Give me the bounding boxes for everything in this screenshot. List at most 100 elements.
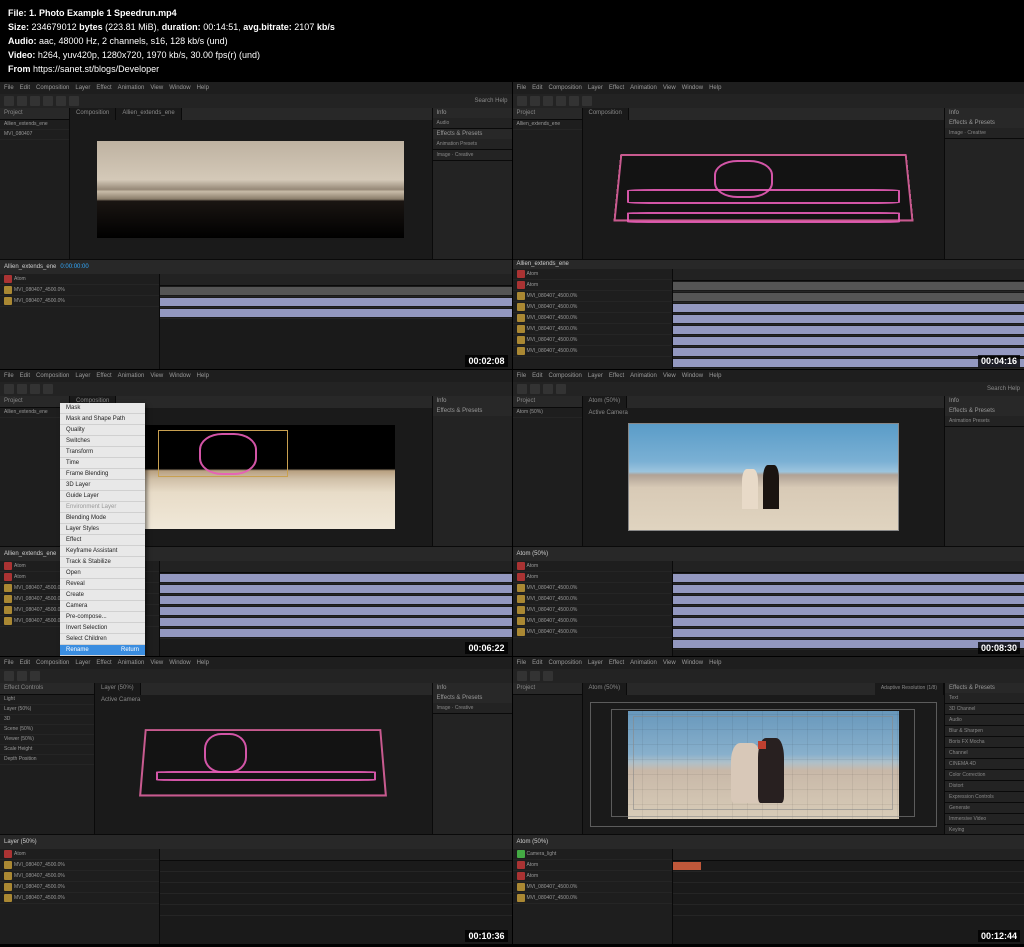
search-help[interactable]: Search Help — [474, 98, 507, 104]
layer-row[interactable]: MVI_080407_4500.0% — [513, 313, 672, 324]
ctx-item[interactable]: Effect — [60, 535, 145, 546]
layer-row[interactable]: MVI_080407_4500.0% — [0, 871, 159, 882]
track-area[interactable] — [673, 269, 1024, 369]
effect-controls-panel[interactable]: Effect Controls Light Layer (50%) 3D Sce… — [0, 683, 95, 834]
layer-row[interactable]: Atom — [513, 269, 672, 280]
tool-icon[interactable] — [69, 96, 79, 106]
layer-list[interactable]: Atom MVI_080407_4500.0% MVI_080407_4500.… — [0, 849, 160, 944]
layer-row[interactable]: Atom — [513, 871, 672, 882]
tool-icon[interactable] — [17, 96, 27, 106]
layer-row[interactable]: MVI_080407_4500.0% — [513, 627, 672, 638]
toolbar[interactable] — [0, 382, 512, 396]
right-panel[interactable]: Info Effects & Presets — [432, 396, 512, 547]
timeline-panel[interactable]: Allien_extends_ene0:00:00:00 Atom MVI_08… — [0, 259, 512, 369]
layer-row[interactable]: MVI_080407_4500.0% — [513, 346, 672, 357]
ctx-item[interactable]: Time — [60, 458, 145, 469]
ctx-item[interactable]: Open — [60, 568, 145, 579]
layer-row[interactable]: MVI_080407_4500.0% — [513, 616, 672, 627]
ctx-item-rename[interactable]: RenameReturn — [60, 645, 145, 656]
layer-row[interactable]: Atom — [0, 849, 159, 860]
timeline-panel[interactable]: Allien_extends_ene Atom Atom MVI_080407_… — [513, 259, 1024, 369]
ctx-item[interactable]: Select Children — [60, 634, 145, 645]
layer-list[interactable]: Atom Atom MVI_080407_4500.0% MVI_080407_… — [513, 269, 673, 369]
layer-row[interactable]: MVI_080407_4500.0% — [0, 296, 159, 307]
layer-row[interactable]: Camera_light — [513, 849, 672, 860]
ctx-item[interactable]: 3D Layer — [60, 480, 145, 491]
right-panel[interactable]: Effects & Presets Text 3D Channel Audio … — [944, 683, 1024, 834]
tool-icon[interactable] — [30, 96, 40, 106]
track-area[interactable] — [160, 561, 512, 656]
layer-row[interactable]: MVI_080407_4500.0% — [0, 882, 159, 893]
preview-canvas[interactable] — [70, 120, 432, 259]
toolbar[interactable] — [513, 669, 1024, 683]
composition-viewer[interactable]: Atom (50%)Adaptive Resolution (1/8) — [583, 683, 945, 834]
ctx-item[interactable]: Track & Stabilize — [60, 557, 145, 568]
layer-row[interactable]: Atom — [513, 561, 672, 572]
layer-row[interactable]: MVI_080407_4500.0% — [513, 893, 672, 904]
toolbar[interactable]: Search Help — [513, 382, 1024, 396]
ctx-item[interactable]: Create — [60, 590, 145, 601]
project-panel[interactable]: Project Allien_extends_ene MVI_080407 — [0, 108, 70, 259]
timeline-panel[interactable]: Layer (50%) Atom MVI_080407_4500.0% MVI_… — [0, 834, 512, 944]
ctx-item[interactable]: Switches — [60, 436, 145, 447]
timeline-panel[interactable]: Allien_extends_ene Atom Atom MVI_080407_… — [0, 546, 512, 656]
layer-row[interactable]: Atom — [513, 572, 672, 583]
layer-list[interactable]: Atom MVI_080407_4500.0% MVI_080407_4500.… — [0, 274, 160, 369]
composition-viewer[interactable]: CompositionAllien_extends_ene — [70, 108, 432, 259]
layer-row[interactable]: MVI_080407_4500.0% — [513, 324, 672, 335]
project-panel[interactable]: Project Atom (50%) — [513, 396, 583, 547]
right-panel[interactable]: Info Effects & Presets Image · Creative — [944, 108, 1024, 259]
context-menu[interactable]: Mask Mask and Shape Path Quality Switche… — [60, 403, 145, 656]
layer-row[interactable]: MVI_080407_4500.0% — [0, 893, 159, 904]
track-area[interactable] — [160, 274, 512, 369]
toolbar[interactable] — [513, 94, 1024, 108]
project-panel[interactable]: Project — [513, 683, 583, 834]
layer-row[interactable]: Atom — [513, 860, 672, 871]
composition-viewer[interactable]: Composition — [583, 108, 945, 259]
preview-canvas[interactable] — [583, 120, 945, 259]
ctx-item[interactable]: Pre-compose... — [60, 612, 145, 623]
right-panel[interactable]: Info Audio Effects & Presets Animation P… — [432, 108, 512, 259]
menubar[interactable]: FileEditCompositionLayerEffectAnimationV… — [0, 657, 512, 669]
menubar[interactable]: FileEditCompositionLayerEffectAnimationV… — [0, 82, 512, 94]
ctx-item[interactable]: Reveal — [60, 579, 145, 590]
ctx-item[interactable]: Camera — [60, 601, 145, 612]
track-area[interactable] — [673, 849, 1024, 944]
toolbar[interactable]: Search Help — [0, 94, 512, 108]
timeline-panel[interactable]: Atom (50%) Atom Atom MVI_080407_4500.0% … — [513, 546, 1024, 656]
menubar[interactable]: FileEditCompositionLayerEffectAnimationV… — [0, 370, 512, 382]
tool-icon[interactable] — [43, 96, 53, 106]
ctx-item[interactable]: Guide Layer — [60, 491, 145, 502]
ctx-item[interactable]: Blending Mode — [60, 513, 145, 524]
ctx-item[interactable]: Mask — [60, 403, 145, 414]
layer-row[interactable]: MVI_080407_4500.0% — [513, 302, 672, 313]
composition-viewer[interactable]: Atom (50%) Active Camera — [583, 396, 945, 547]
menubar[interactable]: FileEditCompositionLayerEffectAnimationV… — [513, 657, 1024, 669]
layer-row[interactable]: Atom — [0, 274, 159, 285]
toolbar[interactable] — [0, 669, 512, 683]
project-panel[interactable]: Project Allien_extends_ene — [513, 108, 583, 259]
layer-row[interactable]: MVI_080407_4500.0% — [513, 291, 672, 302]
ctx-item[interactable]: Quality — [60, 425, 145, 436]
layer-row[interactable]: MVI_080407_4500.0% — [513, 594, 672, 605]
layer-row[interactable]: Atom — [513, 280, 672, 291]
ctx-item[interactable]: Mask and Shape Path — [60, 414, 145, 425]
track-area[interactable] — [673, 561, 1024, 656]
ctx-item[interactable]: Keyframe Assistant — [60, 546, 145, 557]
ctx-item[interactable]: Layer Styles — [60, 524, 145, 535]
layer-row[interactable]: MVI_080407_4500.0% — [513, 583, 672, 594]
timeline-panel[interactable]: Atom (50%) Camera_light Atom Atom MVI_08… — [513, 834, 1024, 944]
right-panel[interactable]: Info Effects & Presets Animation Presets — [944, 396, 1024, 547]
layer-row[interactable]: MVI_080407_4500.0% — [513, 605, 672, 616]
preview-canvas[interactable]: Active Camera — [95, 695, 432, 834]
preview-canvas[interactable]: Active Camera — [583, 408, 945, 547]
layer-row[interactable]: MVI_080407_4500.0% — [513, 335, 672, 346]
preview-canvas[interactable] — [583, 695, 945, 834]
composition-viewer[interactable]: Layer (50%) Active Camera — [95, 683, 432, 834]
track-area[interactable] — [160, 849, 512, 944]
right-panel[interactable]: Info Effects & Presets Image · Creative — [432, 683, 512, 834]
layer-list[interactable]: Atom Atom MVI_080407_4500.0% MVI_080407_… — [513, 561, 673, 656]
ctx-item[interactable]: Transform — [60, 447, 145, 458]
ctx-item[interactable]: Frame Blending — [60, 469, 145, 480]
ctx-item[interactable]: Invert Selection — [60, 623, 145, 634]
